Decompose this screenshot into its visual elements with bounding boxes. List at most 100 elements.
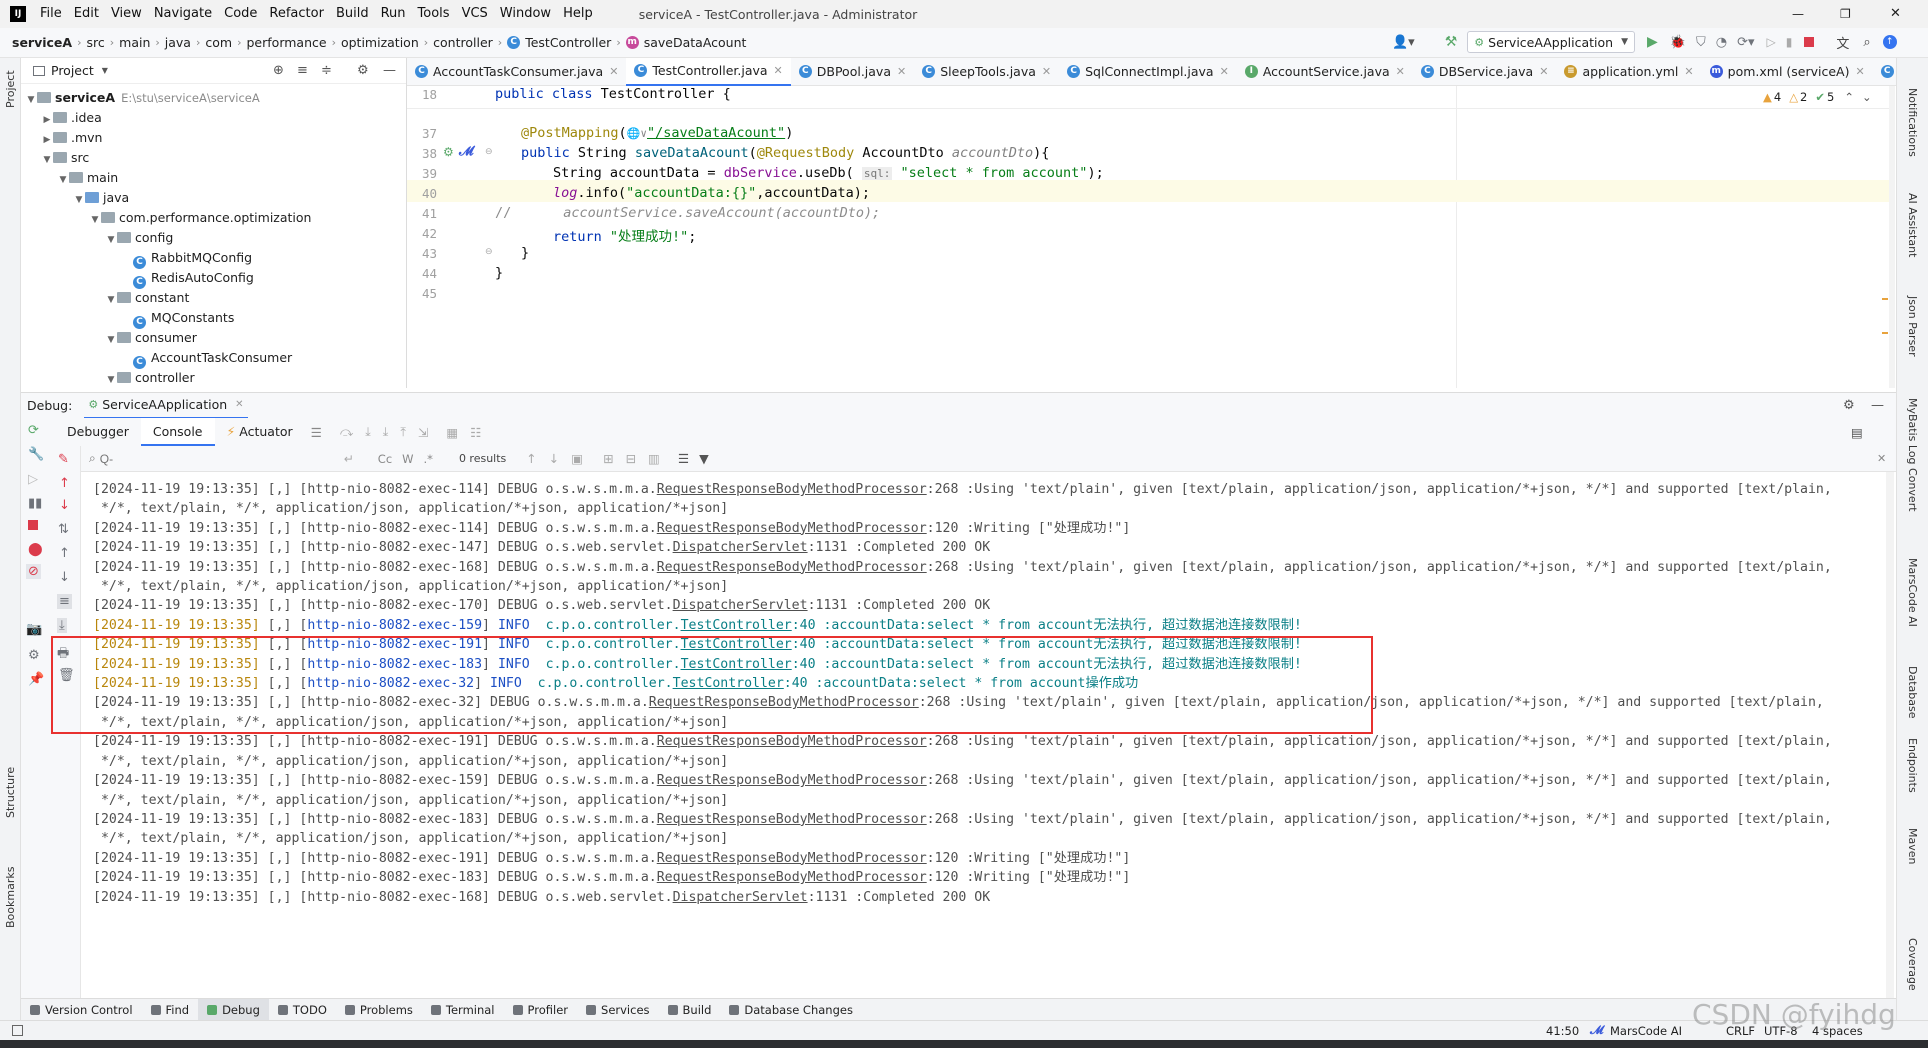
resume-icon[interactable]: ▷ xyxy=(28,472,38,487)
collapse-all-icon[interactable]: ≑ xyxy=(321,63,332,78)
maximize-button[interactable]: ❐ xyxy=(1840,0,1851,28)
editor-tab[interactable]: I AccountService.java ✕ xyxy=(1237,58,1413,86)
console-text[interactable]: RequestResponseBodyMethodProcessor xyxy=(657,773,927,788)
close-icon[interactable]: ✕ xyxy=(774,57,783,85)
editor-tab[interactable]: C DBService.java ✕ xyxy=(1413,58,1557,86)
pause-icon[interactable]: ▮ xyxy=(1786,35,1793,49)
previous-occurrence-icon[interactable]: ↑ xyxy=(526,451,536,466)
tab-debugger[interactable]: Debugger xyxy=(55,418,141,446)
console-text[interactable]: RequestResponseBodyMethodProcessor xyxy=(657,812,927,827)
modify-run-config-icon[interactable]: 🔧 xyxy=(28,447,44,462)
add-selection-icon[interactable]: ⊞ xyxy=(603,451,613,466)
code-token[interactable]: "/saveDataAcount" xyxy=(647,125,785,141)
mybatis-gutter-icon[interactable]: 𝓜 xyxy=(459,144,474,159)
breadcrumb-item[interactable]: main xyxy=(119,35,150,50)
close-icon[interactable]: ✕ xyxy=(1539,58,1548,86)
settings-gear-icon[interactable]: ⚙ xyxy=(28,648,40,663)
console-text[interactable]: DispatcherServlet xyxy=(673,598,808,613)
fold-icon[interactable]: ⊖ xyxy=(485,147,493,157)
menu-icon[interactable]: ☰ xyxy=(311,425,322,440)
stop-icon[interactable] xyxy=(1804,37,1815,47)
menu-view[interactable]: View xyxy=(105,0,148,28)
console-text[interactable]: RequestResponseBodyMethodProcessor xyxy=(657,560,927,575)
tree-item[interactable]: ▼ consumer xyxy=(21,328,406,348)
view-breakpoints-icon[interactable]: ⬤ xyxy=(28,542,43,557)
console-text[interactable]: RequestResponseBodyMethodProcessor xyxy=(657,734,927,749)
step-out-icon[interactable]: ⤒ xyxy=(400,424,406,440)
json-parser-tool-button[interactable]: Json Parser xyxy=(1906,296,1919,357)
tree-item[interactable]: ▼ config xyxy=(21,228,406,248)
rerun-icon[interactable]: ▷ xyxy=(1767,35,1776,49)
breadcrumb-item[interactable]: serviceA xyxy=(12,35,72,50)
expand-all-icon[interactable]: ≡ xyxy=(297,63,308,78)
mute-breakpoints-icon[interactable]: ⊘ xyxy=(26,564,41,579)
editor-tab[interactable]: C TestController.java ✕ xyxy=(626,57,791,86)
layout-icon[interactable]: ▤ xyxy=(1851,425,1863,440)
close-icon[interactable]: ✕ xyxy=(897,58,906,86)
editor-tab[interactable]: m pom.xml (serviceA) ✕ xyxy=(1702,58,1873,86)
menu-window[interactable]: Window xyxy=(494,0,557,28)
editor-tab[interactable]: C SleepTools.java ✕ xyxy=(914,58,1059,86)
breadcrumb-item[interactable]: TestController xyxy=(525,35,611,50)
tree-item[interactable]: ▼ constant xyxy=(21,288,406,308)
tool-tab-todo[interactable]: TODO xyxy=(269,999,336,1021)
chevron-right-icon[interactable]: ▶ xyxy=(41,130,53,150)
endpoint-gutter-icon[interactable]: ⚙ xyxy=(443,145,454,159)
tree-item[interactable]: C RedisAutoConfig xyxy=(21,268,406,289)
code-editor[interactable]: ▲ 4 △ 2 ✔ 5 ⌃ ⌄ 18 37 38 39 40 41 42 43 44 … xyxy=(407,86,1896,388)
tool-tab-version-control[interactable]: Version Control xyxy=(21,999,142,1021)
marscode-tool-button[interactable]: MarsCode AI xyxy=(1906,558,1919,627)
ai-assistant-tool-button[interactable]: AI Assistant xyxy=(1906,193,1919,257)
run-icon[interactable]: ▶ xyxy=(1647,34,1658,50)
tab-console[interactable]: Console xyxy=(140,418,215,446)
breadcrumb-item[interactable]: java xyxy=(165,35,191,50)
chevron-right-icon[interactable]: ▶ xyxy=(41,110,53,130)
tree-item[interactable]: ▶ .idea xyxy=(21,108,406,128)
chevron-up-icon[interactable]: ⌃ xyxy=(1844,90,1854,104)
editor-tab[interactable]: ≡ application.yml ✕ xyxy=(1556,58,1701,86)
breadcrumb-item[interactable]: src xyxy=(86,35,104,50)
step-over-icon[interactable]: ⤼ xyxy=(340,424,353,440)
project-tool-button[interactable]: Project xyxy=(4,70,17,108)
editor-tab[interactable]: C AccountTaskConsumer.java ✕ xyxy=(407,58,626,86)
select-all-icon[interactable]: ▥ xyxy=(648,451,660,466)
close-window-button[interactable]: ✕ xyxy=(1890,0,1901,28)
console-text[interactable]: RequestResponseBodyMethodProcessor xyxy=(657,482,927,497)
project-panel-title[interactable]: Project xyxy=(51,63,94,78)
rerun-icon[interactable]: ⟳ xyxy=(28,423,39,438)
close-icon[interactable]: ✕ xyxy=(1684,58,1693,86)
structure-tool-button[interactable]: Structure xyxy=(4,767,17,818)
hide-panel-icon[interactable]: — xyxy=(1871,398,1884,413)
layout-icon[interactable] xyxy=(12,1025,23,1036)
match-case-toggle[interactable]: Cc xyxy=(378,452,392,466)
tool-tab-problems[interactable]: Problems xyxy=(336,999,422,1021)
close-icon[interactable]: ✕ xyxy=(1042,58,1051,86)
chevron-down-icon[interactable]: ▼ xyxy=(105,230,117,250)
tree-item[interactable]: ▼ com.performance.optimization xyxy=(21,208,406,228)
database-tool-button[interactable]: Database xyxy=(1906,666,1919,719)
tree-item[interactable]: C MQConstants xyxy=(21,308,406,329)
user-icon[interactable]: 👤▾ xyxy=(1392,35,1415,50)
tool-tab-build[interactable]: Build xyxy=(659,999,721,1021)
remove-selection-icon[interactable]: ⊟ xyxy=(626,451,636,466)
fold-icon[interactable]: ⊖ xyxy=(485,247,493,257)
breadcrumb-item[interactable]: optimization xyxy=(341,35,419,50)
evaluate-icon[interactable]: ▦ xyxy=(446,425,458,440)
down-arrow-icon[interactable]: ↓ xyxy=(59,498,70,513)
tool-tab-database-changes[interactable]: Database Changes xyxy=(720,999,862,1021)
console-text[interactable]: RequestResponseBodyMethodProcessor xyxy=(657,870,927,885)
breadcrumb-item[interactable]: performance xyxy=(247,35,327,50)
next-occurrence-icon[interactable]: ↓ xyxy=(549,451,559,466)
chevron-down-icon[interactable]: ▼ xyxy=(102,66,108,75)
tool-tab-find[interactable]: Find xyxy=(142,999,199,1021)
menu-run[interactable]: Run xyxy=(375,0,412,28)
update-icon[interactable]: ↑ xyxy=(1882,35,1897,49)
console-output[interactable]: [2024-11-19 19:13:35] [,] [http-nio-8082… xyxy=(81,472,1896,998)
close-icon[interactable]: ✕ xyxy=(235,399,243,410)
chevron-down-icon[interactable]: ▼ xyxy=(73,190,85,210)
console-search-input[interactable] xyxy=(99,451,340,466)
pause-icon[interactable]: ▮▮ xyxy=(28,496,42,511)
menu-tools[interactable]: Tools xyxy=(412,0,456,28)
menu-help[interactable]: Help xyxy=(557,0,599,28)
trace-icon[interactable]: ☷ xyxy=(470,425,481,440)
